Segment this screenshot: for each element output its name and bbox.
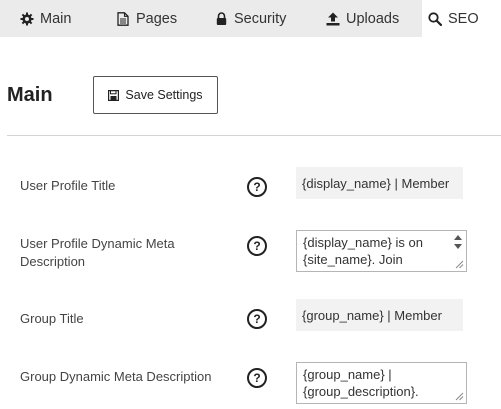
save-icon	[108, 89, 120, 101]
help-icon[interactable]: ?	[247, 309, 267, 329]
lock-icon	[214, 11, 228, 26]
tab-security[interactable]: Security	[214, 0, 286, 37]
search-icon	[428, 11, 442, 26]
save-settings-label: Save Settings	[125, 88, 203, 102]
tab-bar: Main Pages Security Uploads SEO	[0, 0, 501, 37]
save-settings-button[interactable]: Save Settings	[93, 76, 218, 114]
tab-seo[interactable]: SEO	[422, 0, 501, 37]
group-meta-description-textarea[interactable]: {group_name} | {group_description}.	[296, 362, 467, 404]
user-profile-meta-description-label: User Profile Dynamic Meta Description	[20, 236, 175, 269]
scroll-down-arrow-icon[interactable]	[454, 244, 462, 249]
tab-uploads[interactable]: Uploads	[326, 0, 399, 37]
help-icon[interactable]: ?	[247, 368, 267, 388]
scroll-arrows[interactable]	[454, 234, 462, 252]
section-divider	[7, 135, 501, 136]
tab-seo-label: SEO	[448, 10, 479, 27]
user-profile-title-input[interactable]: {display_name} | Member	[296, 167, 463, 199]
document-icon	[116, 11, 130, 26]
tab-pages[interactable]: Pages	[116, 0, 177, 37]
user-profile-title-label: User Profile Title	[20, 178, 116, 193]
tab-pages-label: Pages	[136, 10, 178, 27]
tab-uploads-label: Uploads	[346, 10, 400, 27]
group-title-label: Group Title	[20, 311, 84, 326]
resize-handle-icon[interactable]	[455, 260, 464, 269]
gear-icon	[20, 12, 34, 26]
group-meta-description-label: Group Dynamic Meta Description	[20, 369, 212, 384]
tab-main-label: Main	[40, 10, 72, 27]
tab-main[interactable]: Main	[20, 0, 71, 37]
page-title: Main	[7, 84, 53, 106]
user-profile-meta-description-textarea[interactable]: {display_name} is on {site_name}. Join	[296, 230, 467, 272]
resize-handle-icon[interactable]	[455, 392, 464, 401]
help-icon[interactable]: ?	[247, 177, 267, 197]
scroll-up-arrow-icon[interactable]	[454, 235, 462, 240]
upload-icon	[326, 12, 340, 26]
help-icon[interactable]: ?	[247, 236, 267, 256]
tab-security-label: Security	[234, 10, 287, 27]
group-title-input[interactable]: {group_name} | Member	[296, 299, 463, 331]
